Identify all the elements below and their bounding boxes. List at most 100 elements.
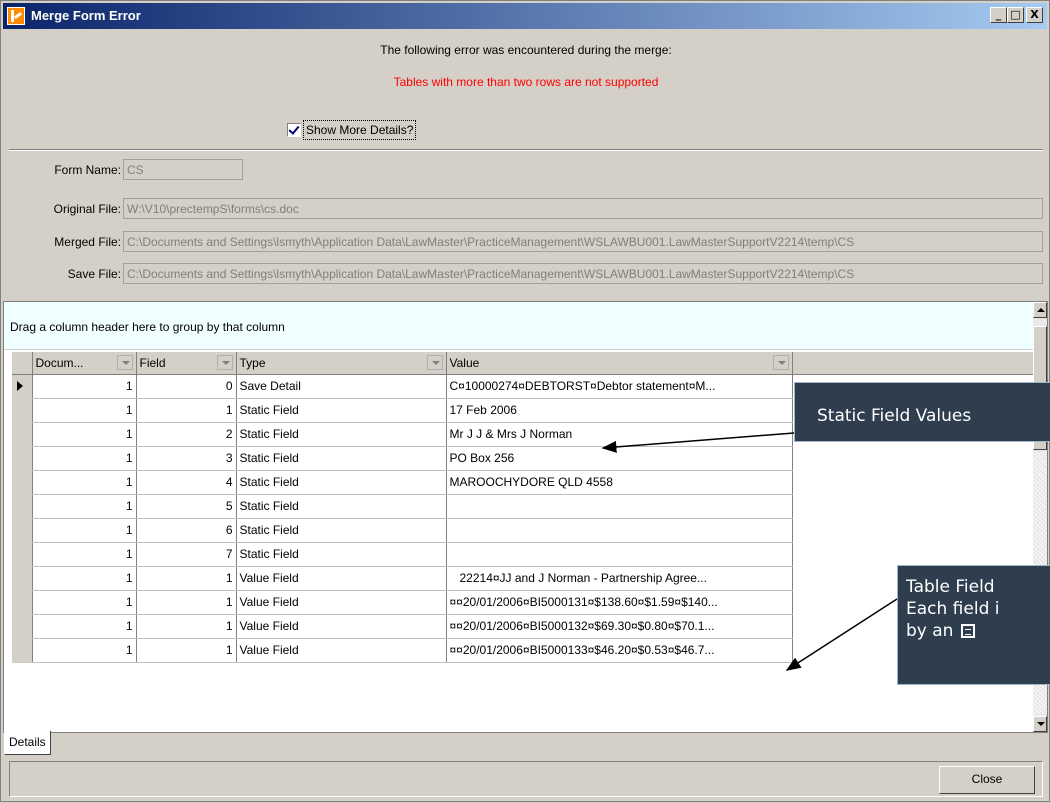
form-name-row: Form Name: CS bbox=[1, 159, 1050, 181]
close-button[interactable]: Close bbox=[939, 766, 1035, 794]
scroll-up-arrow-icon[interactable] bbox=[1033, 302, 1047, 318]
title-bar[interactable]: Merge Form Error _ □ X bbox=[3, 3, 1047, 29]
type-cell[interactable]: Static Field bbox=[236, 470, 447, 495]
filter-dropdown-icon[interactable] bbox=[216, 355, 233, 370]
current-row-indicator[interactable] bbox=[12, 374, 33, 399]
field-cell[interactable]: 5 bbox=[136, 494, 237, 519]
document-cell[interactable]: 1 bbox=[32, 614, 137, 639]
table-row[interactable]: 1 1 Value Field ¤¤20/01/2006¤BI5000132¤$… bbox=[12, 614, 1034, 639]
field-cell[interactable]: 7 bbox=[136, 542, 237, 567]
save-file-row: Save File: C:\Documents and Settings\lsm… bbox=[1, 263, 1050, 285]
document-cell[interactable]: 1 bbox=[32, 566, 137, 591]
value-cell[interactable]: 17 Feb 2006 bbox=[446, 398, 793, 423]
row-selector[interactable] bbox=[12, 638, 33, 663]
row-selector[interactable] bbox=[12, 494, 33, 519]
field-cell[interactable]: 1 bbox=[136, 614, 237, 639]
document-cell[interactable]: 1 bbox=[32, 590, 137, 615]
row-selector[interactable] bbox=[12, 470, 33, 495]
scroll-down-arrow-icon[interactable] bbox=[1033, 716, 1047, 732]
show-more-details-checkbox[interactable]: Show More Details? bbox=[287, 119, 417, 141]
field-cell[interactable]: 1 bbox=[136, 566, 237, 591]
callout-line: Table Field bbox=[906, 577, 995, 597]
minimize-button[interactable]: _ bbox=[990, 7, 1007, 23]
document-cell[interactable]: 1 bbox=[32, 518, 137, 543]
table-row[interactable]: 1 1 Value Field 22214¤JJ and J Norman - … bbox=[12, 566, 1034, 591]
field-cell[interactable]: 1 bbox=[136, 638, 237, 663]
value-cell[interactable]: Mr J J & Mrs J Norman bbox=[446, 422, 793, 447]
document-cell[interactable]: 1 bbox=[32, 446, 137, 471]
original-file-field: W:\V10\prectempS\forms\cs.doc bbox=[123, 198, 1043, 219]
field-cell[interactable]: 2 bbox=[136, 422, 237, 447]
column-header-type[interactable]: Type bbox=[236, 352, 447, 375]
tab-details[interactable]: Details bbox=[4, 731, 51, 755]
column-header-value[interactable]: Value bbox=[446, 352, 793, 375]
row-selector[interactable] bbox=[12, 446, 33, 471]
type-cell[interactable]: Static Field bbox=[236, 494, 447, 519]
value-cell[interactable]: ¤¤20/01/2006¤BI5000133¤$46.20¤$0.53¤$46.… bbox=[446, 638, 793, 663]
value-cell[interactable]: MAROOCHYDORE QLD 4558 bbox=[446, 470, 793, 495]
merge-data-grid[interactable]: Drag a column header here to group by th… bbox=[3, 301, 1048, 733]
group-by-hint: Drag a column header here to group by th… bbox=[10, 320, 285, 334]
table-row[interactable]: 1 3 Static Field PO Box 256 bbox=[12, 446, 1034, 471]
original-file-row: Original File: W:\V10\prectempS\forms\cs… bbox=[1, 198, 1050, 220]
checkbox-checked-icon[interactable] bbox=[287, 123, 301, 137]
table-row[interactable]: 1 6 Static Field bbox=[12, 518, 1034, 543]
document-cell[interactable]: 1 bbox=[32, 422, 137, 447]
table-row[interactable]: 1 1 Value Field ¤¤20/01/2006¤BI5000133¤$… bbox=[12, 638, 1034, 663]
row-selector[interactable] bbox=[12, 542, 33, 567]
maximize-button[interactable]: □ bbox=[1007, 7, 1024, 23]
group-by-area[interactable]: Drag a column header here to group by th… bbox=[4, 302, 1034, 350]
table-row[interactable]: 1 4 Static Field MAROOCHYDORE QLD 4558 bbox=[12, 470, 1034, 495]
value-cell[interactable]: ¤¤20/01/2006¤BI5000132¤$69.30¤$0.80¤$70.… bbox=[446, 614, 793, 639]
field-cell[interactable]: 1 bbox=[136, 398, 237, 423]
row-selector[interactable] bbox=[12, 422, 33, 447]
row-selector[interactable] bbox=[12, 566, 33, 591]
document-cell[interactable]: 1 bbox=[32, 542, 137, 567]
document-cell[interactable]: 1 bbox=[32, 470, 137, 495]
filter-dropdown-icon[interactable] bbox=[426, 355, 443, 370]
field-cell[interactable]: 4 bbox=[136, 470, 237, 495]
field-cell[interactable]: 1 bbox=[136, 590, 237, 615]
row-selector[interactable] bbox=[12, 614, 33, 639]
type-cell[interactable]: Value Field bbox=[236, 566, 447, 591]
callout-line: by an bbox=[906, 620, 1050, 642]
type-cell[interactable]: Value Field bbox=[236, 590, 447, 615]
type-cell[interactable]: Value Field bbox=[236, 614, 447, 639]
show-more-details-label[interactable]: Show More Details? bbox=[303, 120, 417, 140]
value-cell[interactable]: C¤10000274¤DEBTORST¤Debtor statement¤M..… bbox=[446, 374, 793, 399]
filter-dropdown-icon[interactable] bbox=[116, 355, 133, 370]
window-title: Merge Form Error bbox=[31, 8, 141, 23]
value-cell[interactable]: 22214¤JJ and J Norman - Partnership Agre… bbox=[446, 566, 793, 591]
value-cell[interactable] bbox=[446, 518, 793, 543]
row-selector[interactable] bbox=[12, 398, 33, 423]
column-header-document[interactable]: Docum... bbox=[32, 352, 137, 375]
type-cell[interactable]: Static Field bbox=[236, 422, 447, 447]
filter-dropdown-icon[interactable] bbox=[772, 355, 789, 370]
type-cell[interactable]: Static Field bbox=[236, 542, 447, 567]
row-selector[interactable] bbox=[12, 518, 33, 543]
field-cell[interactable]: 6 bbox=[136, 518, 237, 543]
table-row[interactable]: 1 5 Static Field bbox=[12, 494, 1034, 519]
field-cell[interactable]: 3 bbox=[136, 446, 237, 471]
type-cell[interactable]: Static Field bbox=[236, 518, 447, 543]
value-cell[interactable] bbox=[446, 494, 793, 519]
type-cell[interactable]: Static Field bbox=[236, 446, 447, 471]
document-cell[interactable]: 1 bbox=[32, 398, 137, 423]
document-cell[interactable]: 1 bbox=[32, 374, 137, 399]
document-cell[interactable]: 1 bbox=[32, 638, 137, 663]
table-row[interactable]: 1 1 Value Field ¤¤20/01/2006¤BI5000131¤$… bbox=[12, 590, 1034, 615]
tab-strip: Details bbox=[1, 731, 1050, 757]
field-cell[interactable]: 0 bbox=[136, 374, 237, 399]
value-cell[interactable] bbox=[446, 542, 793, 567]
table-row[interactable]: 1 7 Static Field bbox=[12, 542, 1034, 567]
type-cell[interactable]: Value Field bbox=[236, 638, 447, 663]
column-header-field[interactable]: Field bbox=[136, 352, 237, 375]
type-cell[interactable]: Static Field bbox=[236, 398, 447, 423]
value-cell[interactable]: ¤¤20/01/2006¤BI5000131¤$138.60¤$1.59¤$14… bbox=[446, 590, 793, 615]
row-selector[interactable] bbox=[12, 590, 33, 615]
value-cell[interactable]: PO Box 256 bbox=[446, 446, 793, 471]
divider bbox=[9, 149, 1043, 151]
document-cell[interactable]: 1 bbox=[32, 494, 137, 519]
close-window-button[interactable]: X bbox=[1026, 7, 1043, 23]
type-cell[interactable]: Save Detail bbox=[236, 374, 447, 399]
